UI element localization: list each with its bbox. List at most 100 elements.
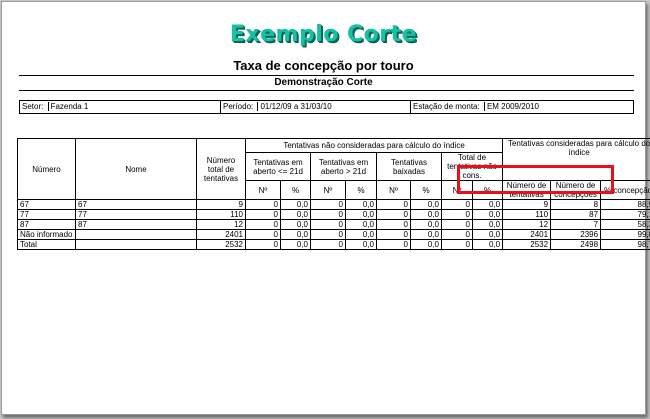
- cell-concepcoes: 2396: [550, 229, 602, 240]
- header-pct: %: [345, 180, 377, 200]
- report-title: Taxa de concepção por touro: [233, 58, 414, 73]
- cell-c4n: 0: [441, 199, 473, 210]
- cell-nome: 77: [75, 209, 197, 220]
- cell-nome: [75, 229, 197, 240]
- table-row: Não informado 2401 0 0,0 0 0,0 0 0,0 0 0…: [17, 229, 650, 240]
- cell-c2n: 0: [310, 199, 346, 210]
- cell-c1n: 0: [245, 239, 281, 250]
- table-row: 77 77 110 0 0,0 0 0,0 0 0,0 0 0,0 110 87…: [17, 209, 650, 220]
- cell-total: 2401: [196, 229, 246, 240]
- periodo-label: Período:: [223, 102, 254, 111]
- cell-c3n: 0: [376, 219, 411, 230]
- cell-pct-concepcao: 99,8: [600, 229, 650, 240]
- cell-tentativas: 12: [502, 219, 552, 230]
- cell-concepcoes: 2498: [550, 239, 602, 250]
- cell-tentativas: 9: [502, 199, 552, 210]
- periodo-value: 01/12/09 a 31/03/10: [257, 102, 332, 111]
- cell-c1p: 0,0: [280, 199, 311, 210]
- cell-c1n: 0: [245, 229, 281, 240]
- cell-c4n: 0: [441, 219, 473, 230]
- setor-label: Setor:: [22, 102, 44, 111]
- cell-c4p: 0,0: [471, 209, 504, 220]
- cell-c2n: 0: [310, 219, 346, 230]
- header-aberto-menor: Tentativas em aberto <= 21d: [245, 152, 311, 181]
- cell-numero: Total: [17, 239, 76, 250]
- cell-c1p: 0,0: [280, 239, 311, 250]
- header-n: Nº: [310, 180, 346, 200]
- cell-nome: 67: [75, 199, 197, 210]
- header-total-tentativas: Número total de tentativas: [196, 138, 246, 200]
- report-subtitle: Demonstração Corte: [274, 77, 373, 88]
- table-row-total: Total 2532 0 0,0 0 0,0 0 0,0 0 0,0 2532 …: [17, 239, 650, 250]
- header-n: Nº: [376, 180, 411, 200]
- cell-c2n: 0: [310, 239, 346, 250]
- report-page: Exemplo Corte Taxa de concepção por tour…: [1, 1, 650, 415]
- estacao-label: Estação de monta:: [413, 102, 480, 111]
- cell-concepcoes: 7: [550, 219, 602, 230]
- cell-pct-concepcao: 58,3: [600, 219, 650, 230]
- cell-pct-concepcao: 98,7: [600, 239, 650, 250]
- cell-nome: [75, 239, 197, 250]
- cell-c4p: 0,0: [471, 219, 504, 230]
- cell-c3n: 0: [376, 229, 411, 240]
- cell-tentativas: 2532: [502, 239, 552, 250]
- filter-info-bar: Setor: Fazenda 1 Período: 01/12/09 a 31/…: [19, 100, 634, 114]
- cell-tentativas: 110: [502, 209, 552, 220]
- cell-c4n: 0: [441, 229, 473, 240]
- cell-c3p: 0,0: [410, 219, 442, 230]
- cell-c3p: 0,0: [410, 209, 442, 220]
- table-row: 87 87 12 0 0,0 0 0,0 0 0,0 0 0,0 12 7 58…: [17, 219, 650, 230]
- cell-total: 9: [196, 199, 246, 210]
- cell-c1n: 0: [245, 219, 281, 230]
- cell-c3n: 0: [376, 239, 411, 250]
- cell-c3p: 0,0: [410, 239, 442, 250]
- cell-pct-concepcao: 79,1: [600, 209, 650, 220]
- conception-table: Número Nome Número total de tentativas T…: [17, 138, 650, 250]
- setor-field: Setor: Fazenda 1: [20, 101, 89, 113]
- cell-c2p: 0,0: [345, 229, 377, 240]
- highlight-box: [457, 165, 614, 194]
- header-nome: Nome: [75, 138, 197, 200]
- logo: Exemplo Corte: [229, 22, 418, 47]
- periodo-field: Período: 01/12/09 a 31/03/10: [221, 101, 332, 113]
- header-pct: %: [410, 180, 442, 200]
- table-row: 67 67 9 0 0,0 0 0,0 0 0,0 0 0,0 9 8 88,9: [17, 199, 650, 210]
- cell-c2p: 0,0: [345, 239, 377, 250]
- header-pct: %: [280, 180, 311, 200]
- estacao-value: EM 2009/2010: [483, 102, 539, 111]
- cell-c3p: 0,0: [410, 229, 442, 240]
- cell-numero: 87: [17, 219, 76, 230]
- cell-c4p: 0,0: [471, 239, 504, 250]
- cell-c2n: 0: [310, 229, 346, 240]
- header-n: Nº: [245, 180, 281, 200]
- header-numero: Número: [17, 138, 76, 200]
- header-baixadas: Tentativas baixadas: [376, 152, 442, 181]
- cell-pct-concepcao: 88,9: [600, 199, 650, 210]
- cell-numero: Não informado: [17, 229, 76, 240]
- subtitle-divider: [19, 90, 634, 91]
- cell-c3p: 0,0: [410, 199, 442, 210]
- cell-numero: 77: [17, 209, 76, 220]
- cell-c2n: 0: [310, 209, 346, 220]
- cell-total: 2532: [196, 239, 246, 250]
- cell-concepcoes: 87: [550, 209, 602, 220]
- cell-c1p: 0,0: [280, 229, 311, 240]
- cell-total: 12: [196, 219, 246, 230]
- cell-c2p: 0,0: [345, 209, 377, 220]
- cell-c4n: 0: [441, 209, 473, 220]
- cell-concepcoes: 8: [550, 199, 602, 210]
- cell-c4p: 0,0: [471, 199, 504, 210]
- cell-nome: 87: [75, 219, 197, 230]
- cell-c2p: 0,0: [345, 199, 377, 210]
- header-nao-consideradas: Tentativas não consideradas para cálculo…: [244, 138, 504, 153]
- cell-c3n: 0: [376, 209, 411, 220]
- cell-c1n: 0: [245, 199, 281, 210]
- title-divider: [19, 75, 634, 76]
- cell-c3n: 0: [376, 199, 411, 210]
- header-aberto-maior: Tentativas em aberto > 21d: [310, 152, 377, 181]
- cell-tentativas: 2401: [502, 229, 552, 240]
- cell-c1n: 0: [245, 209, 281, 220]
- cell-c2p: 0,0: [345, 219, 377, 230]
- cell-c4n: 0: [441, 239, 473, 250]
- setor-value: Fazenda 1: [47, 102, 89, 111]
